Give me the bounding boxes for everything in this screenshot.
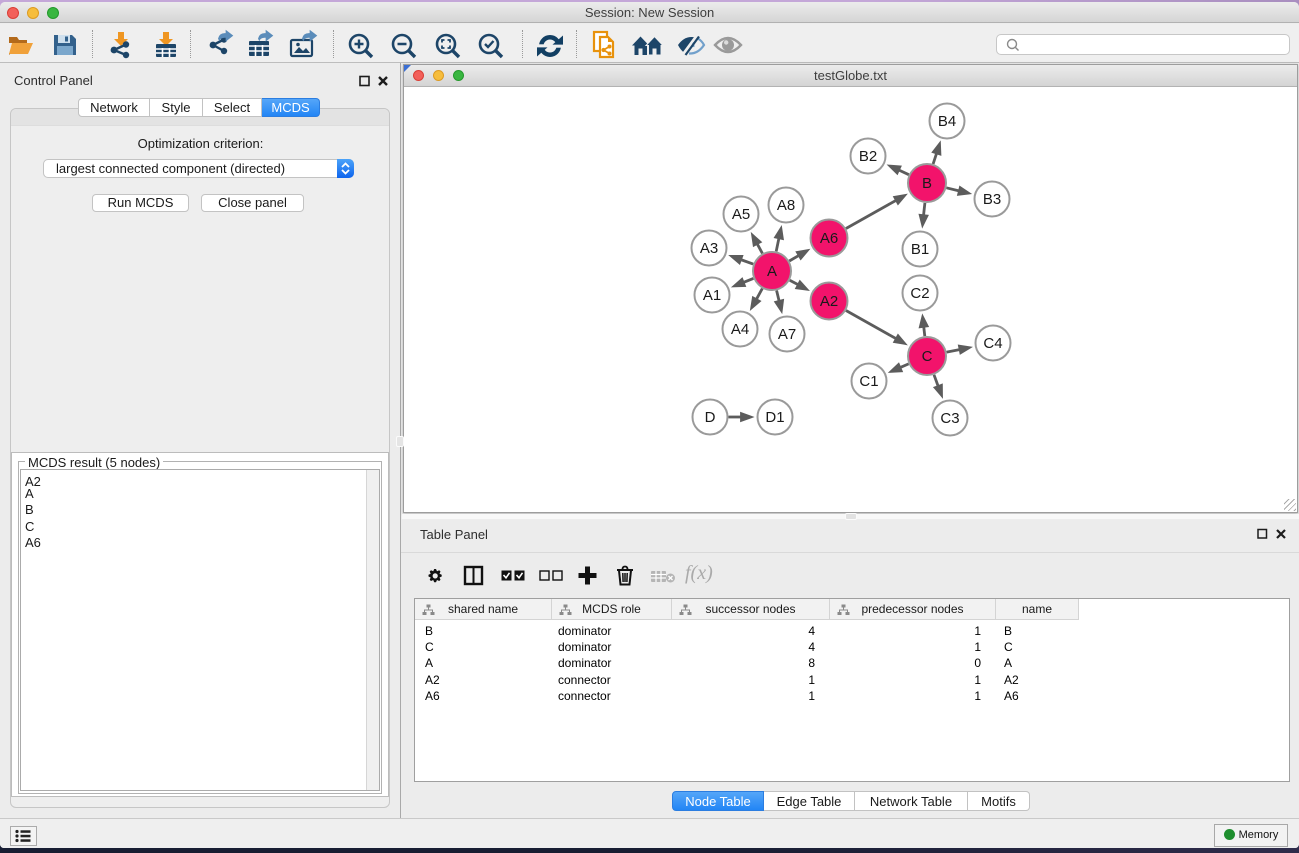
svg-text:C: C xyxy=(922,348,933,365)
svg-text:A5: A5 xyxy=(732,206,750,223)
svg-text:A4: A4 xyxy=(731,321,749,338)
svg-text:B2: B2 xyxy=(859,148,877,165)
svg-text:B4: B4 xyxy=(938,113,956,130)
svg-text:A8: A8 xyxy=(777,197,795,214)
svg-text:B: B xyxy=(922,175,932,192)
svg-text:C1: C1 xyxy=(859,373,878,390)
svg-text:B1: B1 xyxy=(911,241,929,258)
svg-text:A: A xyxy=(767,263,777,280)
svg-text:C4: C4 xyxy=(983,335,1002,352)
svg-text:B3: B3 xyxy=(983,191,1001,208)
svg-text:A2: A2 xyxy=(820,293,838,310)
svg-text:A1: A1 xyxy=(703,287,721,304)
svg-text:C2: C2 xyxy=(910,285,929,302)
svg-text:A7: A7 xyxy=(778,326,796,343)
svg-text:D1: D1 xyxy=(765,409,784,426)
svg-text:A6: A6 xyxy=(820,230,838,247)
svg-text:D: D xyxy=(705,409,716,426)
svg-text:A3: A3 xyxy=(700,240,718,257)
svg-text:C3: C3 xyxy=(940,410,959,427)
